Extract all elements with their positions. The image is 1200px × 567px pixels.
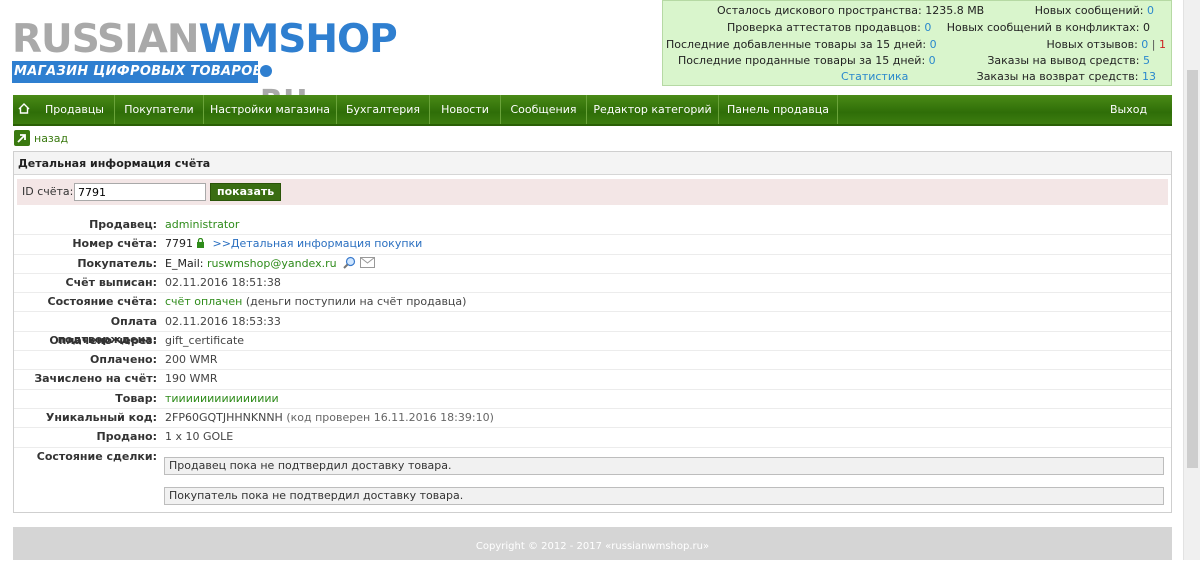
detail-row-credited: Зачислено на счёт: 190 WMR <box>14 370 1171 390</box>
nav-news[interactable]: Новости <box>430 95 501 124</box>
deal-seller-status: Продавец пока не подтвердил доставку тов… <box>164 456 1164 475</box>
search-bar: ID счёта: показать <box>17 179 1168 205</box>
status-badge: счёт оплачен <box>165 295 243 309</box>
nav-exit[interactable]: Выход <box>1110 95 1172 124</box>
stat-refund: Заказы на возврат средств: 13 <box>976 70 1156 83</box>
nav-buyers[interactable]: Покупатели <box>115 95 204 124</box>
stat-added-link[interactable]: 0 <box>930 38 937 51</box>
reviews-link-a[interactable]: 0 <box>1141 38 1148 51</box>
site-logo[interactable]: RUSSIANWMSHOP МАГАЗИН ЦИФРОВЫХ ТОВАРОВ R… <box>12 20 398 118</box>
stats-panel: Осталось дискового пространства: 1235.8 … <box>662 0 1172 86</box>
back-label: назад <box>34 131 69 145</box>
invoice-panel: Детальная информация счёта ID счёта: пок… <box>13 151 1172 513</box>
stat-sold-link[interactable]: 0 <box>929 54 936 67</box>
logo-tagline: МАГАЗИН ЦИФРОВЫХ ТОВАРОВ <box>12 61 262 83</box>
detail-row-code: Уникальный код: 2FP60GQTJHHNKNNH (код пр… <box>14 409 1171 429</box>
stat-new-messages: Новых сообщений: 0 <box>1034 4 1154 17</box>
show-button[interactable]: показать <box>210 183 282 201</box>
seller-link[interactable]: administrator <box>165 216 239 234</box>
purchase-details-link[interactable]: >>Детальная информация покупки <box>213 237 423 250</box>
detail-row-paid: Оплачено: 200 WMR <box>14 351 1171 371</box>
back-arrow-icon <box>14 130 30 146</box>
nav-shop-settings[interactable]: Настройки магазина <box>204 95 337 124</box>
stat-cert: Проверка аттестатов продавцов: 0 <box>727 21 932 34</box>
deal-buyer-status: Покупатель пока не подтвердил доставку т… <box>164 486 1164 505</box>
detail-row-state: Состояние счёта: счёт оплачен (деньги по… <box>14 293 1171 313</box>
nav-category-editor[interactable]: Редактор категорий <box>587 95 719 124</box>
detail-row-seller: Продавец: administrator <box>14 216 1171 236</box>
statistics-link[interactable]: Статистика <box>841 69 908 85</box>
page-scrollbar[interactable] <box>1183 0 1200 560</box>
detail-row-issued: Счёт выписан: 02.11.2016 18:51:38 <box>14 274 1171 294</box>
detail-row-buyer: Покупатель: E_Mail: ruswmshop@yandex.ru <box>14 255 1171 274</box>
back-link[interactable]: назад <box>14 130 68 146</box>
stat-disk: Осталось дискового пространства: 1235.8 … <box>717 4 985 17</box>
search-icon[interactable] <box>343 256 356 269</box>
mail-icon[interactable] <box>359 256 375 268</box>
detail-row-sold: Продано: 1 x 10 GOLE <box>14 428 1171 448</box>
footer: Copyright © 2012 - 2017 «russianwmshop.r… <box>13 527 1172 560</box>
stat-conflicts: Новых сообщений в конфликтах: 0 <box>946 21 1150 34</box>
stat-withdraw: Заказы на вывод средств: 5 <box>987 54 1150 67</box>
logo-wordmark: RUSSIANWMSHOP <box>12 17 398 62</box>
detail-row-deal: Состояние сделки: Продавец пока не подтв… <box>14 448 1171 508</box>
main-nav: Продавцы Покупатели Настройки магазина Б… <box>13 95 1172 126</box>
detail-row-confirmed: Оплата подтверждена: 02.11.2016 18:53:33 <box>14 313 1171 346</box>
detail-row-product: Товар: тиииииииииииииии <box>14 390 1171 409</box>
nav-sellers[interactable]: Продавцы <box>35 95 115 124</box>
new-messages-link[interactable]: 0 <box>1147 4 1154 17</box>
detail-row-invoice: Номер счёта: 7791 >>Детальная информация… <box>14 235 1171 255</box>
stat-reviews: Новых отзывов: 0 | 1 <box>1046 38 1166 51</box>
search-label: ID счёта: <box>22 185 74 198</box>
nav-seller-panel[interactable]: Панель продавца <box>719 95 838 124</box>
refund-link[interactable]: 13 <box>1142 70 1156 83</box>
buyer-email-link[interactable]: ruswmshop@yandex.ru <box>207 257 337 270</box>
product-link[interactable]: тиииииииииииииии <box>165 390 279 408</box>
invoice-id-input[interactable] <box>74 183 206 201</box>
nav-messages[interactable]: Сообщения <box>501 95 587 124</box>
nav-accounting[interactable]: Бухгалтерия <box>337 95 430 124</box>
lock-icon <box>197 238 204 249</box>
stat-sold: Последние проданные товары за 15 дней: 0 <box>678 54 936 67</box>
home-icon[interactable] <box>13 95 35 124</box>
panel-title: Детальная информация счёта <box>14 152 1171 175</box>
reviews-link-b[interactable]: 1 <box>1159 38 1166 51</box>
stat-cert-link[interactable]: 0 <box>924 21 931 34</box>
detail-row-paidvia: Оплачено через: gift_certificate <box>14 332 1171 352</box>
scrollbar-thumb[interactable] <box>1187 70 1198 468</box>
stat-added: Последние добавленные товары за 15 дней:… <box>666 38 937 51</box>
withdraw-link[interactable]: 5 <box>1143 54 1150 67</box>
